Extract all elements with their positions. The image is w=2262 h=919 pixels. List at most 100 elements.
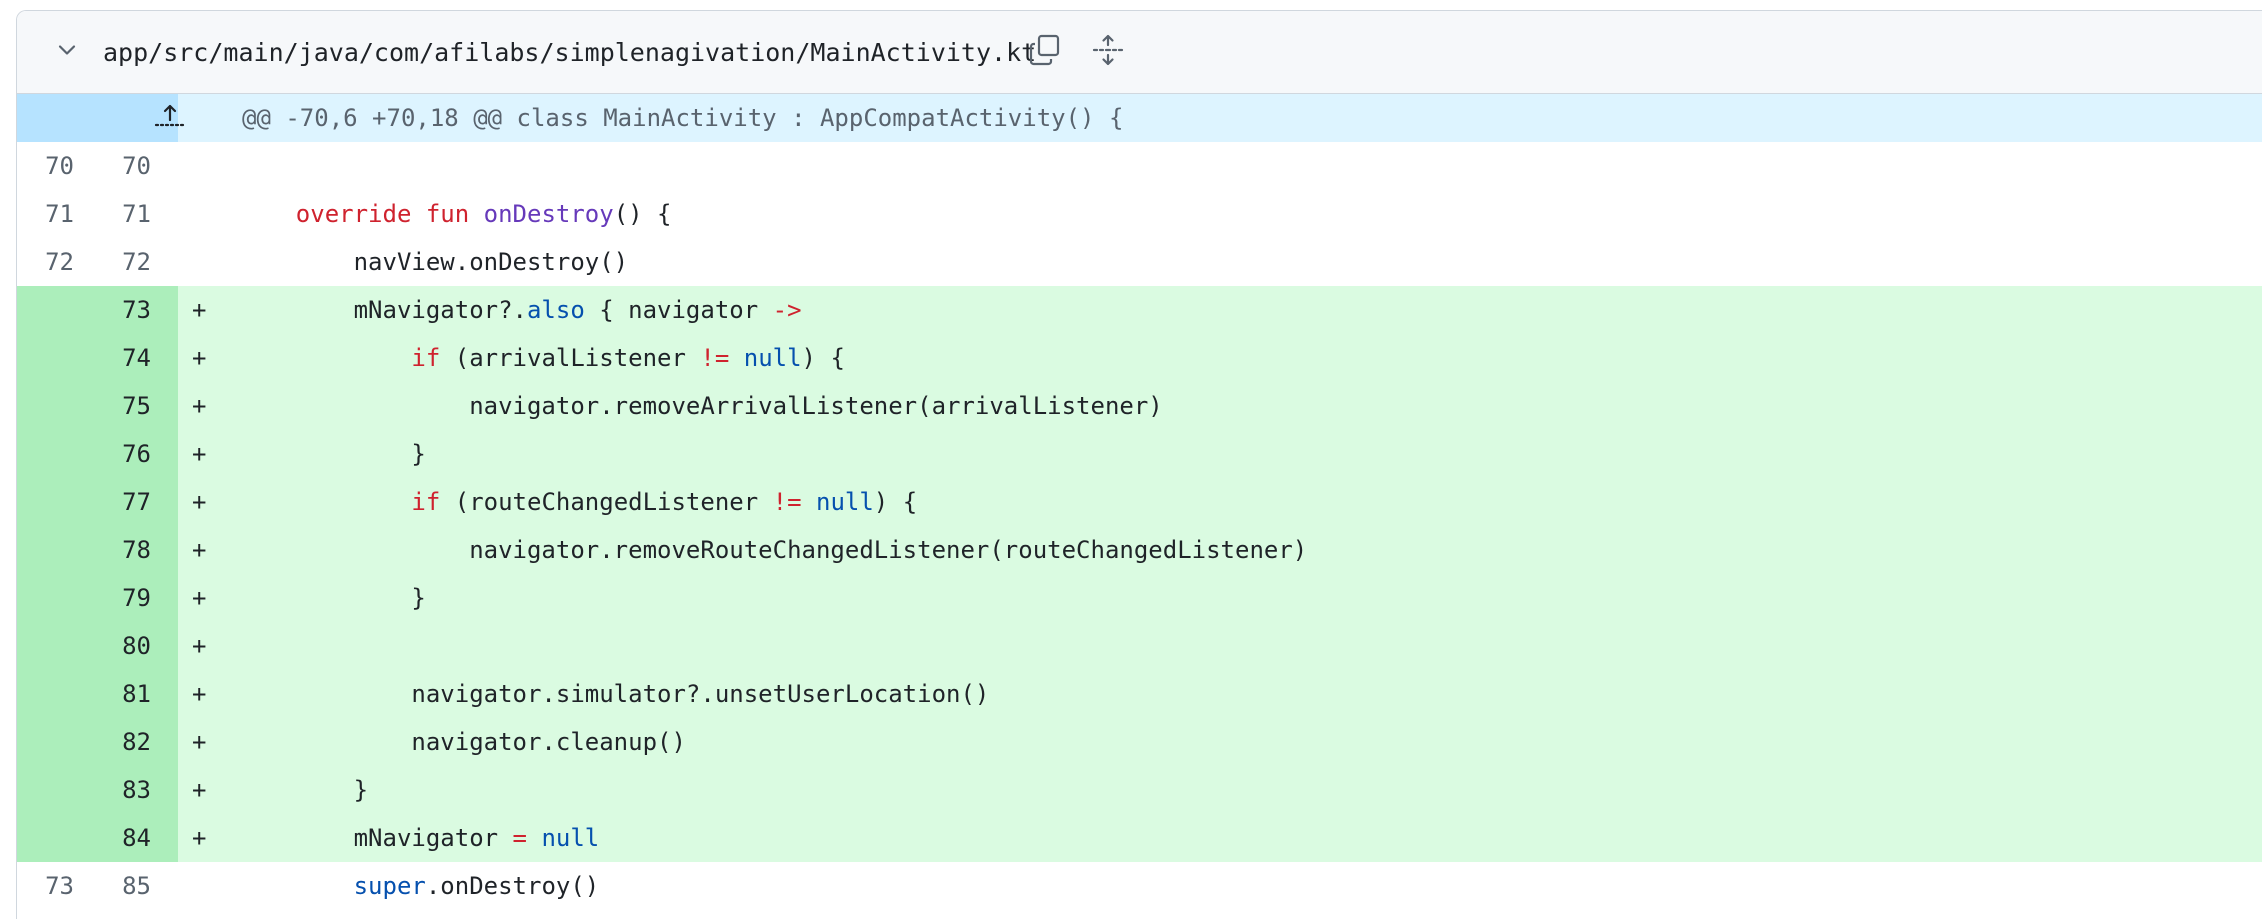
diff-line-context: 70 70 [17, 142, 2262, 190]
code-token: != [772, 488, 802, 516]
code-line: navigator.removeArrivalListener(arrivalL… [238, 392, 1163, 420]
hunk-header-row: @@ -70,6 +70,18 @@ class MainActivity : … [17, 94, 2262, 142]
code-token: } [238, 440, 426, 468]
code-token: override [295, 200, 412, 228]
line-number-gutter: 81 [17, 670, 178, 718]
diff-line-addition: 84 + mNavigator = null [17, 814, 2262, 862]
new-line-number[interactable]: 78 [74, 526, 151, 574]
code-token: ) { [873, 488, 918, 516]
file-path[interactable]: app/src/main/java/com/afilabs/simplenagi… [103, 38, 1036, 67]
diff-marker: + [192, 344, 207, 372]
old-line-number[interactable] [17, 718, 74, 766]
diff-line-addition: 74 + if (arrivalListener != null) { [17, 334, 2262, 382]
diff-marker: + [192, 392, 207, 420]
diff-marker: + [192, 536, 207, 564]
diff-line-context: 73 85 super.onDestroy() [17, 862, 2262, 910]
old-line-number[interactable] [17, 574, 74, 622]
new-line-number[interactable]: 70 [74, 142, 151, 190]
code-token: navView.onDestroy() [238, 248, 629, 276]
new-line-number[interactable]: 74 [74, 334, 151, 382]
code-line: } [238, 584, 425, 612]
expand-up-button[interactable] [17, 94, 184, 142]
old-line-number[interactable]: 70 [17, 142, 74, 190]
diff-marker: + [192, 632, 207, 660]
code-line: navigator.simulator?.unsetUserLocation() [238, 680, 989, 708]
line-number-gutter: 74 [17, 334, 178, 382]
new-line-number[interactable]: 85 [74, 862, 151, 910]
old-line-number[interactable]: 72 [17, 238, 74, 286]
code-token: mNavigator [238, 824, 513, 852]
code-line: if (arrivalListener != null) { [238, 344, 845, 372]
old-line-number[interactable] [17, 478, 74, 526]
new-line-number[interactable]: 84 [74, 814, 151, 862]
code-token: navigator.cleanup() [238, 728, 686, 756]
expand-all-button[interactable] [1086, 30, 1130, 74]
diff-marker: + [192, 728, 207, 756]
line-number-gutter: 75 [17, 382, 178, 430]
diff-line-addition: 76 + } [17, 430, 2262, 478]
diff-marker: + [192, 440, 207, 468]
old-line-number[interactable] [17, 526, 74, 574]
new-line-number[interactable]: 80 [74, 622, 151, 670]
code-token: if [411, 488, 441, 516]
new-line-number[interactable]: 75 [74, 382, 151, 430]
code-line: if (routeChangedListener != null) { [238, 488, 917, 516]
old-line-number[interactable] [17, 430, 74, 478]
code-line: mNavigator?.also { navigator -> [238, 296, 802, 324]
new-line-number[interactable]: 77 [74, 478, 151, 526]
collapse-file-button[interactable] [47, 32, 87, 72]
code-token: null [816, 488, 874, 516]
diff-line-addition: 77 + if (routeChangedListener != null) { [17, 478, 2262, 526]
code-token: { navigator [584, 296, 773, 324]
old-line-number[interactable]: 73 [17, 862, 74, 910]
new-line-number[interactable]: 72 [74, 238, 151, 286]
copy-path-button[interactable] [1023, 30, 1067, 74]
diff-line-addition: 83 + } [17, 766, 2262, 814]
old-line-number[interactable] [17, 286, 74, 334]
line-number-gutter: 79 [17, 574, 178, 622]
line-number-gutter: 70 70 [17, 142, 178, 190]
code-token: (arrivalListener [440, 344, 701, 372]
code-token: if [411, 344, 441, 372]
new-line-number[interactable]: 83 [74, 766, 151, 814]
diff-marker: + [192, 824, 207, 852]
new-line-number[interactable]: 71 [74, 190, 151, 238]
new-line-number[interactable]: 82 [74, 718, 151, 766]
diff-marker: + [192, 584, 207, 612]
copy-icon [1028, 33, 1062, 71]
code-token: } [238, 776, 369, 804]
new-line-number[interactable]: 76 [74, 430, 151, 478]
hunk-header: @@ -70,6 +70,18 @@ class MainActivity : … [242, 104, 1124, 132]
old-line-number[interactable] [17, 334, 74, 382]
old-line-number[interactable]: 71 [17, 190, 74, 238]
line-number-gutter: 83 [17, 766, 178, 814]
diff-line-addition: 73 + mNavigator?.also { navigator -> [17, 286, 2262, 334]
line-number-gutter: 78 [17, 526, 178, 574]
old-line-number[interactable] [17, 814, 74, 862]
code-token: navigator.removeArrivalListener(arrivalL… [238, 392, 1163, 420]
code-token: mNavigator?. [238, 296, 527, 324]
code-token: -> [772, 296, 802, 324]
line-number-gutter: 71 71 [17, 190, 178, 238]
line-number-gutter: 82 [17, 718, 178, 766]
code-line: navigator.removeRouteChangedListener(rou… [238, 536, 1307, 564]
old-line-number[interactable] [17, 382, 74, 430]
code-line: navigator.cleanup() [238, 728, 686, 756]
old-line-number[interactable] [17, 766, 74, 814]
old-line-number[interactable] [17, 670, 74, 718]
new-line-number[interactable]: 73 [74, 286, 151, 334]
code-token: onDestroy [483, 200, 614, 228]
new-line-number[interactable]: 79 [74, 574, 151, 622]
code-token: null [541, 824, 600, 852]
new-line-number[interactable]: 81 [74, 670, 151, 718]
old-line-number[interactable] [17, 622, 74, 670]
diff-line-context: 71 71 override fun onDestroy() { [17, 190, 2262, 238]
code-token: null [743, 344, 802, 372]
